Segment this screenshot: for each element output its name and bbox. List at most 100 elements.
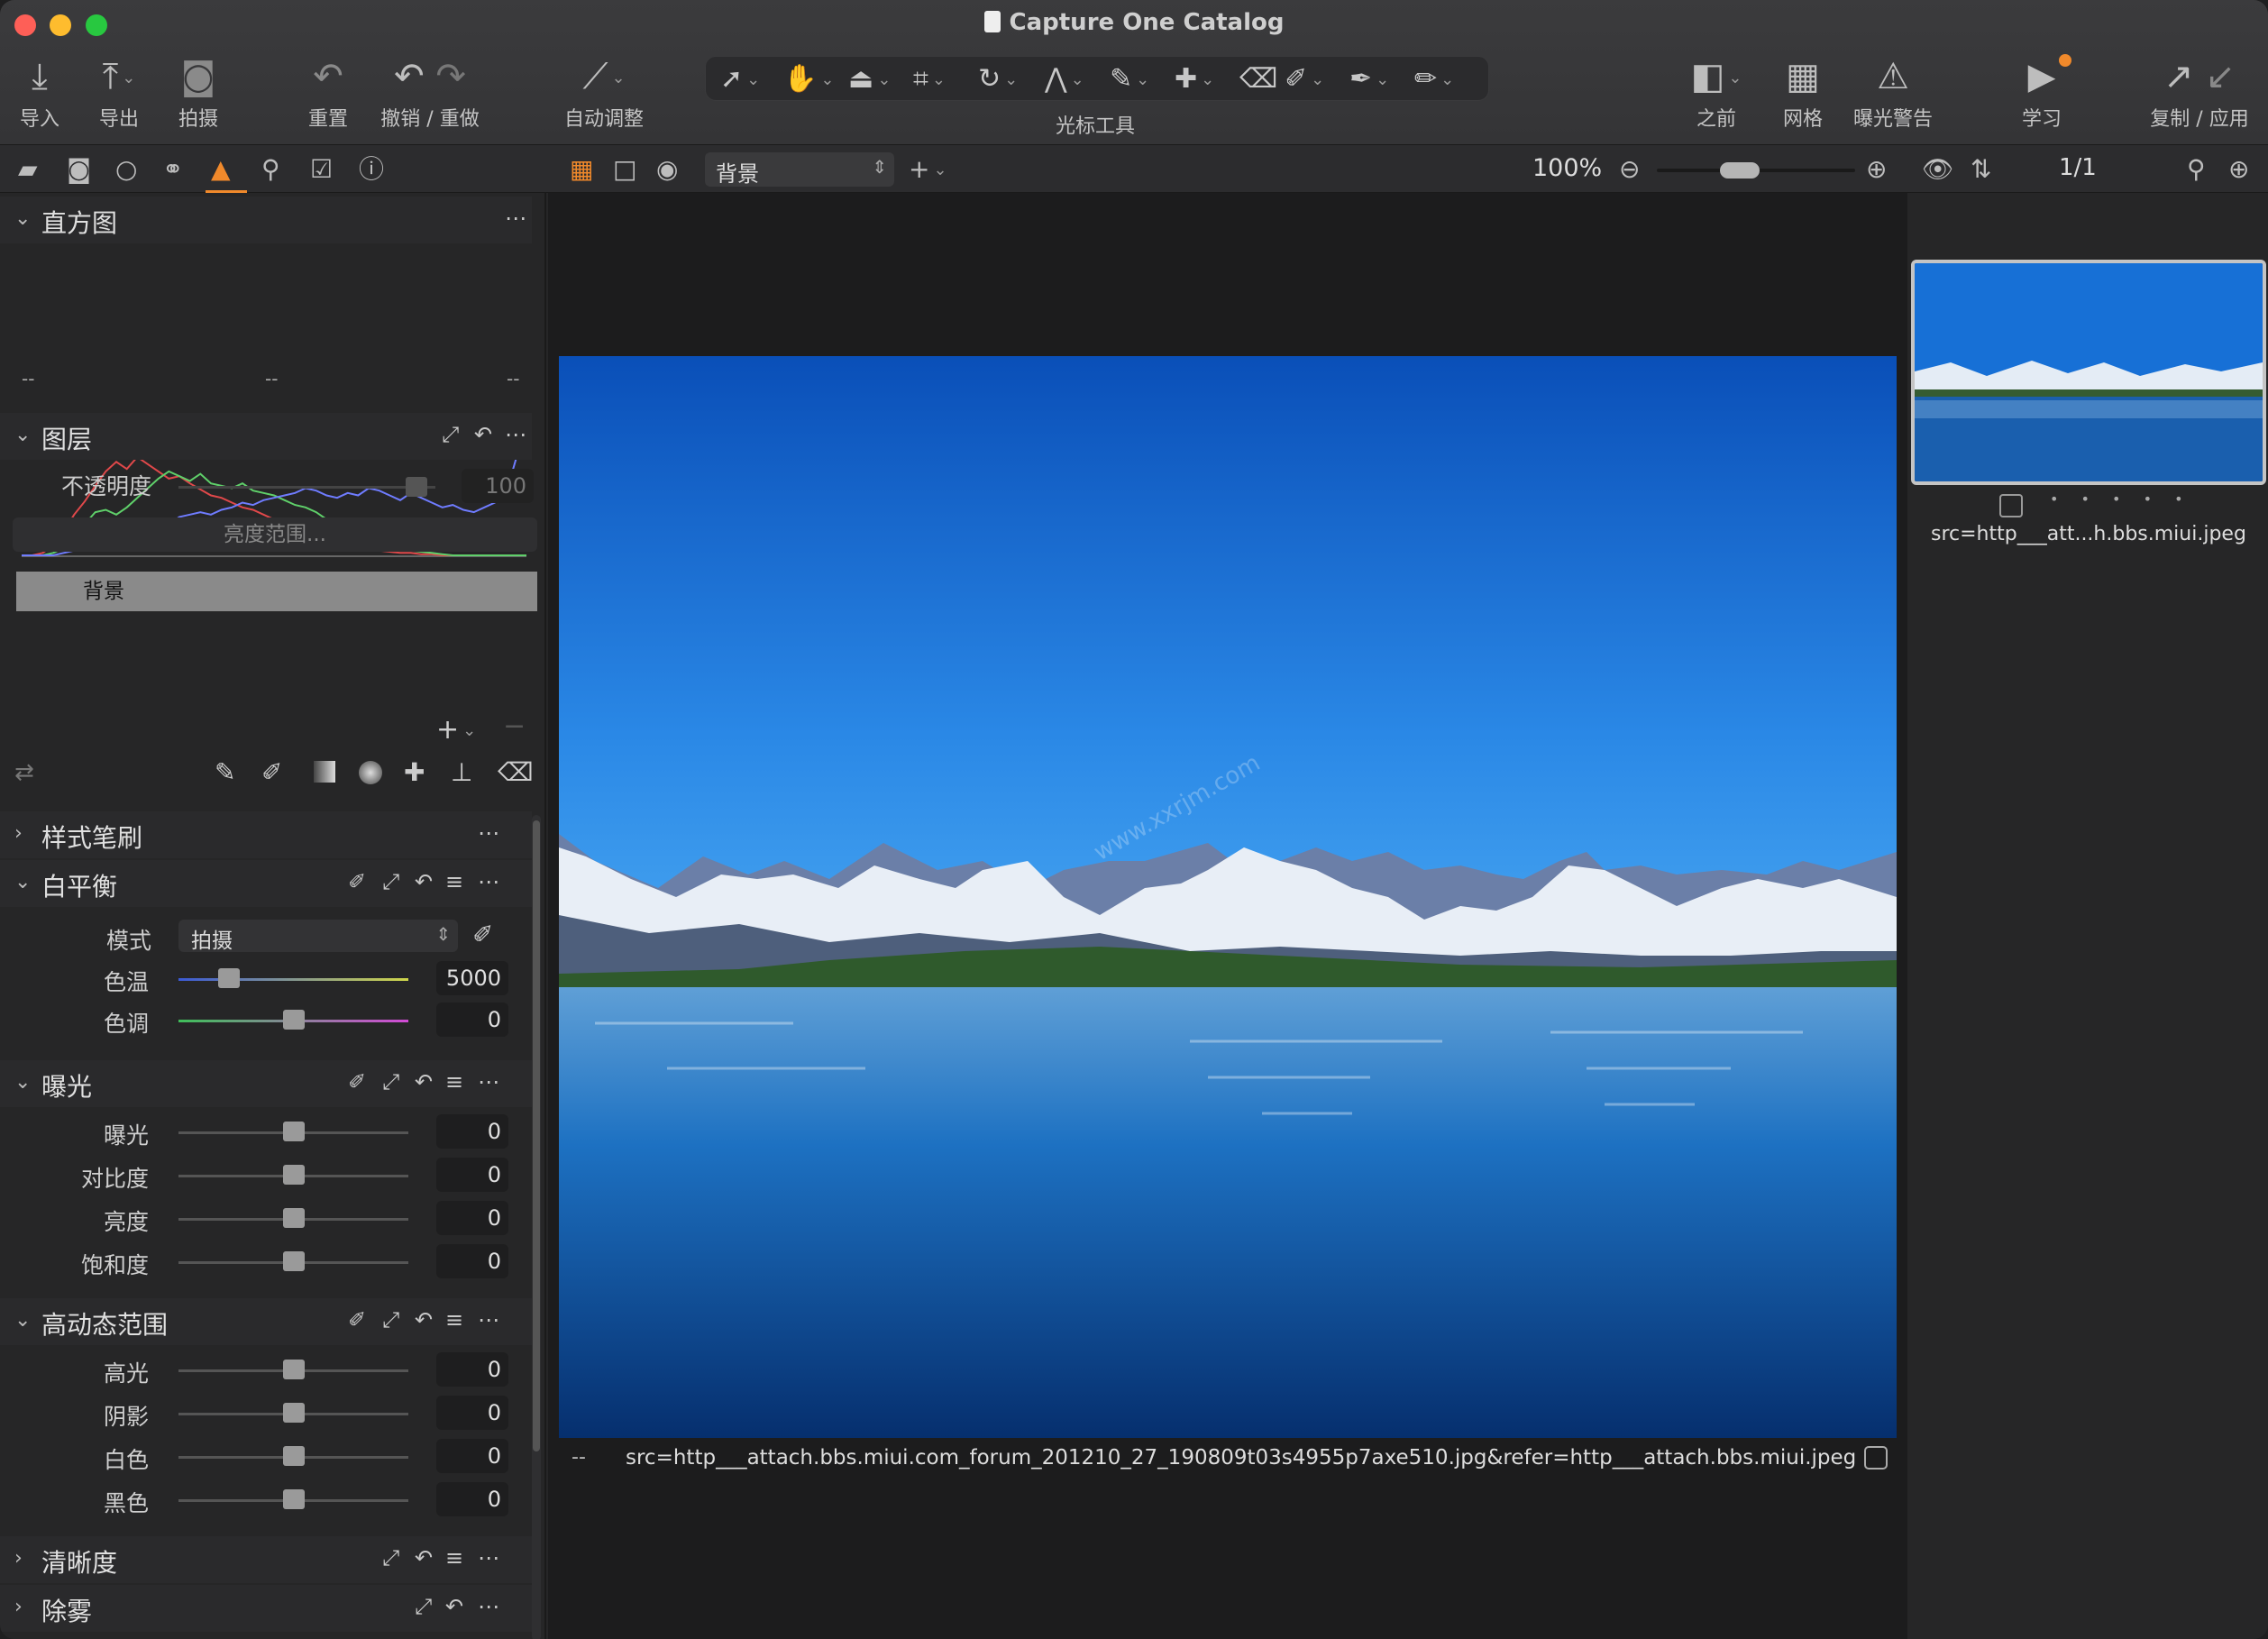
reset-icon[interactable]: ↶ [445, 1594, 463, 1619]
zoom-out-icon[interactable]: ⊖ [1619, 154, 1640, 185]
import-button[interactable]: ⤓ 导入 [13, 52, 67, 133]
slider-value[interactable]: 0 [436, 1003, 508, 1037]
grid-button[interactable]: ▦ 网格 [1776, 52, 1830, 133]
camera-tab-icon[interactable]: ◙ [67, 154, 91, 185]
panel-scrollbar[interactable] [532, 815, 541, 1639]
clipboard-tab-icon[interactable]: ☑ [310, 154, 333, 185]
slider-thumb[interactable] [282, 1360, 305, 1379]
eye-view-icon[interactable]: ◉ [656, 154, 678, 185]
presets-icon[interactable]: ≡ [445, 1069, 463, 1094]
thumbnail-checkbox[interactable] [1999, 494, 2023, 517]
opacity-slider-thumb[interactable] [406, 477, 428, 497]
more-icon[interactable]: ⋯ [478, 820, 499, 846]
search-tab-icon[interactable]: ⚲ [261, 154, 280, 185]
layer-row-background[interactable]: 背景 [16, 572, 537, 611]
slider-value[interactable]: 5000 [436, 961, 508, 995]
eraser-icon[interactable]: ⌫ [1239, 62, 1277, 96]
rating-indicator[interactable]: -- [572, 1446, 586, 1469]
sort-icon[interactable]: ⇅ [1971, 154, 1991, 185]
learn-button[interactable]: ▶ 学习 [2010, 52, 2073, 133]
slider-thumb[interactable] [282, 1251, 305, 1271]
presets-icon[interactable]: ≡ [445, 1307, 463, 1332]
zoom-slider-thumb[interactable] [1720, 162, 1760, 179]
rotate-icon[interactable]: ↻ ⌄ [978, 62, 1018, 97]
undo-redo-button[interactable]: ↶ ↷ 撤销 / 重做 [371, 52, 489, 133]
auto-wand-icon[interactable]: ✐ [348, 1069, 366, 1094]
opacity-value[interactable]: 100 [462, 469, 534, 503]
eyedropper-icon[interactable]: ✐ ⌄ [1285, 62, 1324, 97]
slider-thumb[interactable] [282, 1403, 305, 1423]
add-layer-icon[interactable]: + ⌄ [909, 154, 947, 186]
clone-stamp-icon[interactable]: ⊥ [451, 757, 472, 787]
presets-icon[interactable]: ≡ [445, 869, 463, 894]
annotate-icon[interactable]: ✏ ⌄ [1414, 62, 1454, 97]
slider-value[interactable]: 0 [436, 1482, 508, 1516]
slider-value[interactable]: 0 [436, 1352, 508, 1387]
slider-value[interactable]: 0 [436, 1201, 508, 1235]
zoom-search-icon[interactable]: ⊕ [2228, 154, 2249, 185]
zoom-in-icon[interactable]: ⊕ [1866, 154, 1887, 185]
layers-header[interactable]: ⌄ 图层 ⤢ ↶ ⋯ [0, 413, 532, 460]
export-button[interactable]: ⤒ ⌄ 导出 [83, 52, 155, 133]
reset-icon[interactable]: ↶ [415, 1307, 433, 1332]
straighten-icon[interactable]: ⏏ ⌄ [848, 62, 891, 97]
slider-thumb[interactable] [282, 1010, 305, 1030]
exposure-tab-icon[interactable]: ▲ [211, 154, 231, 185]
auto-adjust-button[interactable]: ⟋ ⌄ 自动调整 [559, 52, 649, 133]
exposure-warning-button[interactable]: ⚠ 曝光警告 [1848, 52, 1938, 133]
slider-thumb[interactable] [282, 1122, 305, 1141]
slider-value[interactable]: 0 [436, 1114, 508, 1149]
luma-range-button[interactable]: 亮度范围... [13, 517, 537, 552]
main-photo[interactable]: www.xxrjm.com [559, 356, 1897, 1438]
expand-icon[interactable]: ⤢ [382, 1069, 399, 1094]
layer-select[interactable]: 背景 ⇕ [705, 152, 894, 187]
single-view-icon[interactable]: □ [613, 154, 636, 185]
more-icon[interactable]: ⋯ [505, 422, 526, 447]
arrow-cursor-icon[interactable]: ➚ ⌄ [720, 62, 760, 97]
radial-mask-icon[interactable] [359, 761, 382, 784]
before-button[interactable]: ◧ ⌄ 之前 [1673, 52, 1760, 133]
slider-thumb[interactable] [282, 1489, 305, 1509]
clarity-header[interactable]: › 清晰度 ⤢ ↶ ≡ ⋯ [0, 1536, 532, 1583]
crop-icon[interactable]: ⌗ ⌄ [913, 62, 946, 97]
heal-brush-icon[interactable]: ✚ [404, 757, 425, 787]
gradient-mask-icon[interactable] [314, 761, 335, 783]
rating-dots[interactable]: • • • • • [2050, 490, 2192, 508]
remove-layer-icon[interactable]: − [503, 710, 526, 742]
styles-brushes-header[interactable]: › 样式笔刷 ⋯ [0, 811, 532, 858]
expand-icon[interactable]: ⤢ [415, 1594, 432, 1619]
capture-button[interactable]: ◙ 拍摄 [171, 52, 225, 133]
panel-scrollbar-thumb[interactable] [533, 820, 540, 1451]
reset-icon[interactable]: ↶ [415, 1545, 433, 1570]
draw-mask-icon[interactable]: ✎ [215, 757, 235, 787]
more-icon[interactable]: ⋯ [478, 1594, 499, 1619]
multi-view-icon[interactable]: ▦ [570, 154, 593, 185]
slider-value[interactable]: 0 [436, 1439, 508, 1473]
slider-thumb[interactable] [218, 968, 241, 988]
more-icon[interactable]: ⋯ [478, 1069, 499, 1094]
circle-tab-icon[interactable]: ○ [115, 154, 137, 185]
wb-picker-icon[interactable]: ✐ [472, 920, 493, 949]
magic-brush-icon[interactable]: ✐ [261, 757, 282, 787]
hdr-header[interactable]: ⌄ 高动态范围 ✐ ⤢ ↶ ≡ ⋯ [0, 1298, 532, 1345]
wb-mode-select[interactable]: 拍摄 ⇕ [178, 920, 458, 953]
expand-icon[interactable]: ⤢ [382, 869, 399, 894]
auto-wand-icon[interactable]: ✐ [348, 869, 366, 894]
keystone-icon[interactable]: ⋀ ⌄ [1045, 62, 1084, 97]
more-icon[interactable]: ⋯ [478, 869, 499, 894]
slider-thumb[interactable] [282, 1165, 305, 1185]
hand-icon[interactable]: ✋ ⌄ [783, 62, 834, 97]
more-icon[interactable]: ⋯ [505, 206, 526, 231]
slider-thumb[interactable] [282, 1208, 305, 1228]
reset-icon[interactable]: ↶ [415, 869, 433, 894]
slider-value[interactable]: 0 [436, 1158, 508, 1192]
zoom-slider[interactable] [1657, 162, 1855, 179]
add-layer-icon[interactable]: + ⌄ [436, 714, 476, 746]
reset-icon[interactable]: ↶ [474, 422, 492, 447]
folder-icon[interactable]: ▰ [18, 154, 38, 185]
exposure-header[interactable]: ⌄ 曝光 ✐ ⤢ ↶ ≡ ⋯ [0, 1060, 532, 1107]
slider-thumb[interactable] [282, 1446, 305, 1466]
reset-button[interactable]: ↶ 重置 [301, 52, 355, 133]
histogram-header[interactable]: ⌄ 直方图 ⋯ [0, 197, 532, 243]
brush-icon[interactable]: ✎ ⌄ [1110, 62, 1149, 97]
